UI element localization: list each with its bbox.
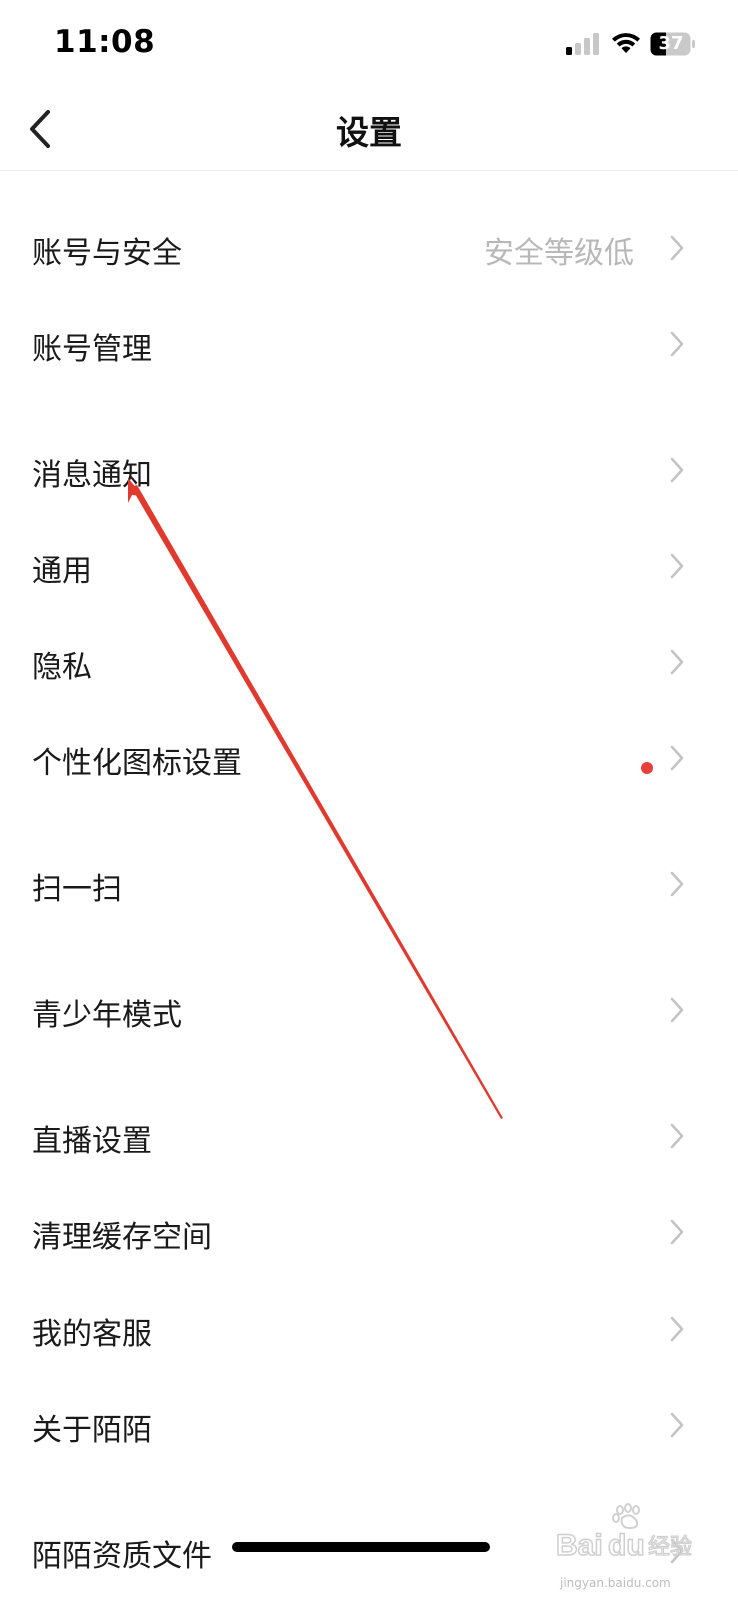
page-title: 设置	[336, 113, 402, 152]
settings-item-label: 清理缓存空间	[32, 1220, 212, 1255]
settings-item-account-management[interactable]: 账号管理	[0, 296, 738, 392]
settings-item-privacy[interactable]: 隐私	[0, 614, 738, 710]
settings-item-label: 我的客服	[32, 1317, 152, 1352]
settings-item-label: 账号与安全	[32, 236, 182, 271]
settings-item-custom-icon[interactable]: 个性化图标设置	[0, 710, 738, 806]
settings-item-label: 青少年模式	[32, 998, 182, 1033]
settings-item-label: 消息通知	[32, 458, 152, 493]
red-dot-badge	[641, 762, 653, 774]
settings-item-about[interactable]: 关于陌陌	[0, 1377, 738, 1473]
status-bar: 11:08 37	[0, 0, 738, 90]
settings-item-clear-cache[interactable]: 清理缓存空间	[0, 1184, 738, 1280]
settings-item-customer-service[interactable]: 我的客服	[0, 1281, 738, 1377]
chevron-right-icon	[670, 997, 684, 1023]
chevron-right-icon	[670, 1123, 684, 1149]
chevron-right-icon	[670, 745, 684, 771]
settings-item-notifications[interactable]: 消息通知	[0, 422, 738, 518]
settings-item-general[interactable]: 通用	[0, 518, 738, 614]
chevron-right-icon	[670, 553, 684, 579]
settings-item-label: 账号管理	[32, 332, 152, 367]
chevron-right-icon	[670, 331, 684, 357]
nav-bar: 设置	[0, 90, 738, 171]
chevron-right-icon	[670, 871, 684, 897]
settings-item-label: 直播设置	[32, 1124, 152, 1159]
security-level-value: 安全等级低	[484, 236, 634, 271]
settings-item-label: 关于陌陌	[32, 1413, 152, 1448]
chevron-right-icon	[670, 1538, 684, 1564]
status-time: 11:08	[54, 24, 156, 60]
chevron-right-icon	[670, 649, 684, 675]
chevron-right-icon	[670, 1412, 684, 1438]
signal-icon	[566, 33, 599, 55]
settings-item-label: 扫一扫	[32, 872, 122, 907]
chevron-right-icon	[670, 1316, 684, 1342]
home-indicator	[232, 1542, 490, 1552]
chevron-right-icon	[670, 457, 684, 483]
watermark-url: jingyan.baidu.com	[560, 1576, 671, 1590]
settings-item-label: 通用	[32, 554, 92, 589]
settings-item-label: 陌陌资质文件	[32, 1539, 212, 1574]
settings-item-teen-mode[interactable]: 青少年模式	[0, 962, 738, 1058]
battery-level: 37	[658, 33, 684, 54]
settings-item-label: 个性化图标设置	[32, 746, 242, 781]
wifi-icon	[612, 33, 640, 53]
settings-item-account-security[interactable]: 账号与安全 安全等级低	[0, 200, 738, 296]
settings-item-live-settings[interactable]: 直播设置	[0, 1088, 738, 1184]
chevron-right-icon	[670, 235, 684, 261]
settings-item-scan[interactable]: 扫一扫	[0, 836, 738, 932]
settings-item-label: 隐私	[32, 650, 92, 685]
chevron-right-icon	[670, 1219, 684, 1245]
